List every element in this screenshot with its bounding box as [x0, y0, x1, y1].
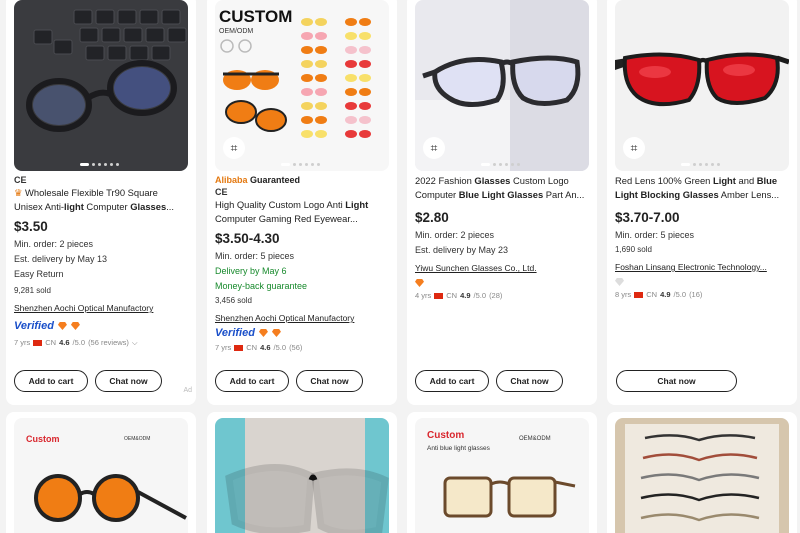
- image-text-custom: CUSTOM: [219, 7, 292, 26]
- supplier-meta: 4 yrs CN 4.9/5.0 (28): [415, 289, 503, 302]
- product-card-1[interactable]: CE ♛ Wholesale Flexible Tr90 Square Unis…: [6, 0, 196, 405]
- supplier-meta: 8 yrs CN 4.9/5.0 (16): [615, 288, 703, 301]
- product-card-3[interactable]: ⌗ 2022 Fashion Glasses Custom Logo Compu…: [407, 0, 597, 405]
- supplier-link[interactable]: Foshan Linsang Electronic Technology...: [615, 260, 789, 274]
- chat-now-button[interactable]: Chat now: [616, 370, 737, 392]
- product-image[interactable]: [14, 0, 188, 171]
- min-order: Min. order: 5 pieces: [215, 251, 295, 261]
- add-to-cart-button[interactable]: Add to cart: [415, 370, 489, 392]
- image-search-icon[interactable]: ⌗: [423, 137, 445, 159]
- image-carousel-dots[interactable]: [80, 163, 119, 166]
- product-image[interactable]: [215, 418, 389, 533]
- min-order: Min. order: 2 pieces: [415, 230, 495, 240]
- china-flag-icon: [33, 339, 43, 346]
- china-flag-icon: [434, 292, 444, 299]
- delivery-estimate: Est. delivery by May 13: [14, 254, 108, 264]
- product-card-7[interactable]: Custom Anti blue light glasses OEM&ODM: [407, 412, 597, 533]
- gold-supplier-icon: [258, 329, 268, 337]
- verified-badge: Verified: [14, 318, 188, 334]
- diamond-icon: [615, 278, 624, 286]
- product-price: $3.50: [14, 219, 48, 234]
- add-to-cart-button[interactable]: Add to cart: [215, 370, 289, 392]
- image-text-oem: OEM&ODM: [519, 436, 551, 442]
- delivery-estimate: Est. delivery by May 23: [415, 245, 509, 255]
- image-carousel-dots[interactable]: [481, 163, 520, 166]
- product-price: $3.70-7.00: [615, 210, 680, 225]
- sold-count: 3,456 sold: [215, 296, 252, 305]
- china-flag-icon: [634, 291, 644, 298]
- ce-mark: CE: [14, 175, 27, 185]
- gold-supplier-icon: [57, 322, 67, 330]
- ce-mark: CE: [215, 187, 228, 197]
- reviews-count[interactable]: (28): [489, 289, 502, 302]
- product-title[interactable]: ♛ Wholesale Flexible Tr90 Square Unisex …: [14, 186, 188, 214]
- gold-supplier-icon: [415, 279, 424, 287]
- product-title[interactable]: 2022 Fashion Glasses Custom Logo Compute…: [415, 174, 589, 202]
- image-text-custom: Custom: [26, 434, 60, 444]
- product-image[interactable]: Custom Anti blue light glasses OEM&ODM: [415, 418, 589, 533]
- ad-label: Ad: [183, 387, 192, 394]
- product-title[interactable]: Red Lens 100% Green Light and Blue Light…: [615, 174, 789, 202]
- supplier-link[interactable]: Yiwu Sunchen Glasses Co., Ltd.: [415, 261, 589, 275]
- reviews-link[interactable]: (56 reviews): [88, 336, 129, 349]
- product-title[interactable]: High Quality Custom Logo Anti Light Comp…: [215, 198, 389, 226]
- delivery-date: Delivery by May 6: [215, 266, 287, 276]
- image-search-icon[interactable]: ⌗: [223, 137, 245, 159]
- image-carousel-dots[interactable]: [681, 163, 720, 166]
- chevron-down-icon[interactable]: ⌵: [132, 336, 138, 349]
- verified-badge: Verified: [215, 325, 389, 341]
- add-to-cart-button[interactable]: Add to cart: [14, 370, 88, 392]
- product-image[interactable]: Custom OEM&ODM: [14, 418, 188, 533]
- chat-now-button[interactable]: Chat now: [95, 370, 162, 392]
- product-card-6[interactable]: [207, 412, 397, 533]
- image-text-oem: OEM/ODM: [219, 28, 253, 35]
- sold-count: 9,281 sold: [14, 286, 51, 295]
- reviews-count[interactable]: (16): [689, 288, 702, 301]
- money-back-guarantee: Money-back guarantee: [215, 281, 308, 291]
- product-card-2[interactable]: CUSTOM OEM/ODM ⌗ Alibaba Guaranteed CE H…: [207, 0, 397, 405]
- chat-now-button[interactable]: Chat now: [296, 370, 363, 392]
- chat-now-button[interactable]: Chat now: [496, 370, 563, 392]
- min-order: Min. order: 2 pieces: [14, 239, 94, 249]
- product-card-8[interactable]: [607, 412, 797, 533]
- product-card-5[interactable]: Custom OEM&ODM: [6, 412, 196, 533]
- image-carousel-dots[interactable]: [281, 163, 320, 166]
- reviews-count[interactable]: (56): [289, 341, 302, 354]
- supplier-link[interactable]: Shenzhen Aochi Optical Manufactory: [14, 301, 188, 315]
- gold-supplier-badge: [415, 279, 589, 289]
- gold-supplier-icon: [70, 322, 80, 330]
- product-price: $3.50-4.30: [215, 231, 280, 246]
- image-search-icon[interactable]: ⌗: [623, 137, 645, 159]
- supplier-link[interactable]: Shenzhen Aochi Optical Manufactory: [215, 311, 389, 325]
- gold-supplier-icon: [271, 329, 281, 337]
- image-text-caption: Anti blue light glasses: [427, 445, 491, 452]
- easy-return: Easy Return: [14, 269, 64, 279]
- crown-icon: ♛: [14, 187, 23, 198]
- supplier-meta: 7 yrs CN 4.6/5.0 (56 reviews) ⌵: [14, 336, 138, 349]
- sold-count: 1,690 sold: [615, 245, 652, 254]
- supplier-meta: 7 yrs CN 4.6/5.0 (56): [215, 341, 303, 354]
- product-card-4[interactable]: ⌗ Red Lens 100% Green Light and Blue Lig…: [607, 0, 797, 405]
- alibaba-guaranteed-badge: Alibaba Guaranteed: [215, 175, 301, 185]
- supplier-badge: [615, 278, 789, 288]
- china-flag-icon: [234, 344, 244, 351]
- product-price: $2.80: [415, 210, 449, 225]
- product-image[interactable]: [615, 418, 789, 533]
- image-text-custom: Custom: [427, 430, 464, 441]
- min-order: Min. order: 5 pieces: [615, 230, 695, 240]
- image-text-oem: OEM&ODM: [124, 436, 150, 442]
